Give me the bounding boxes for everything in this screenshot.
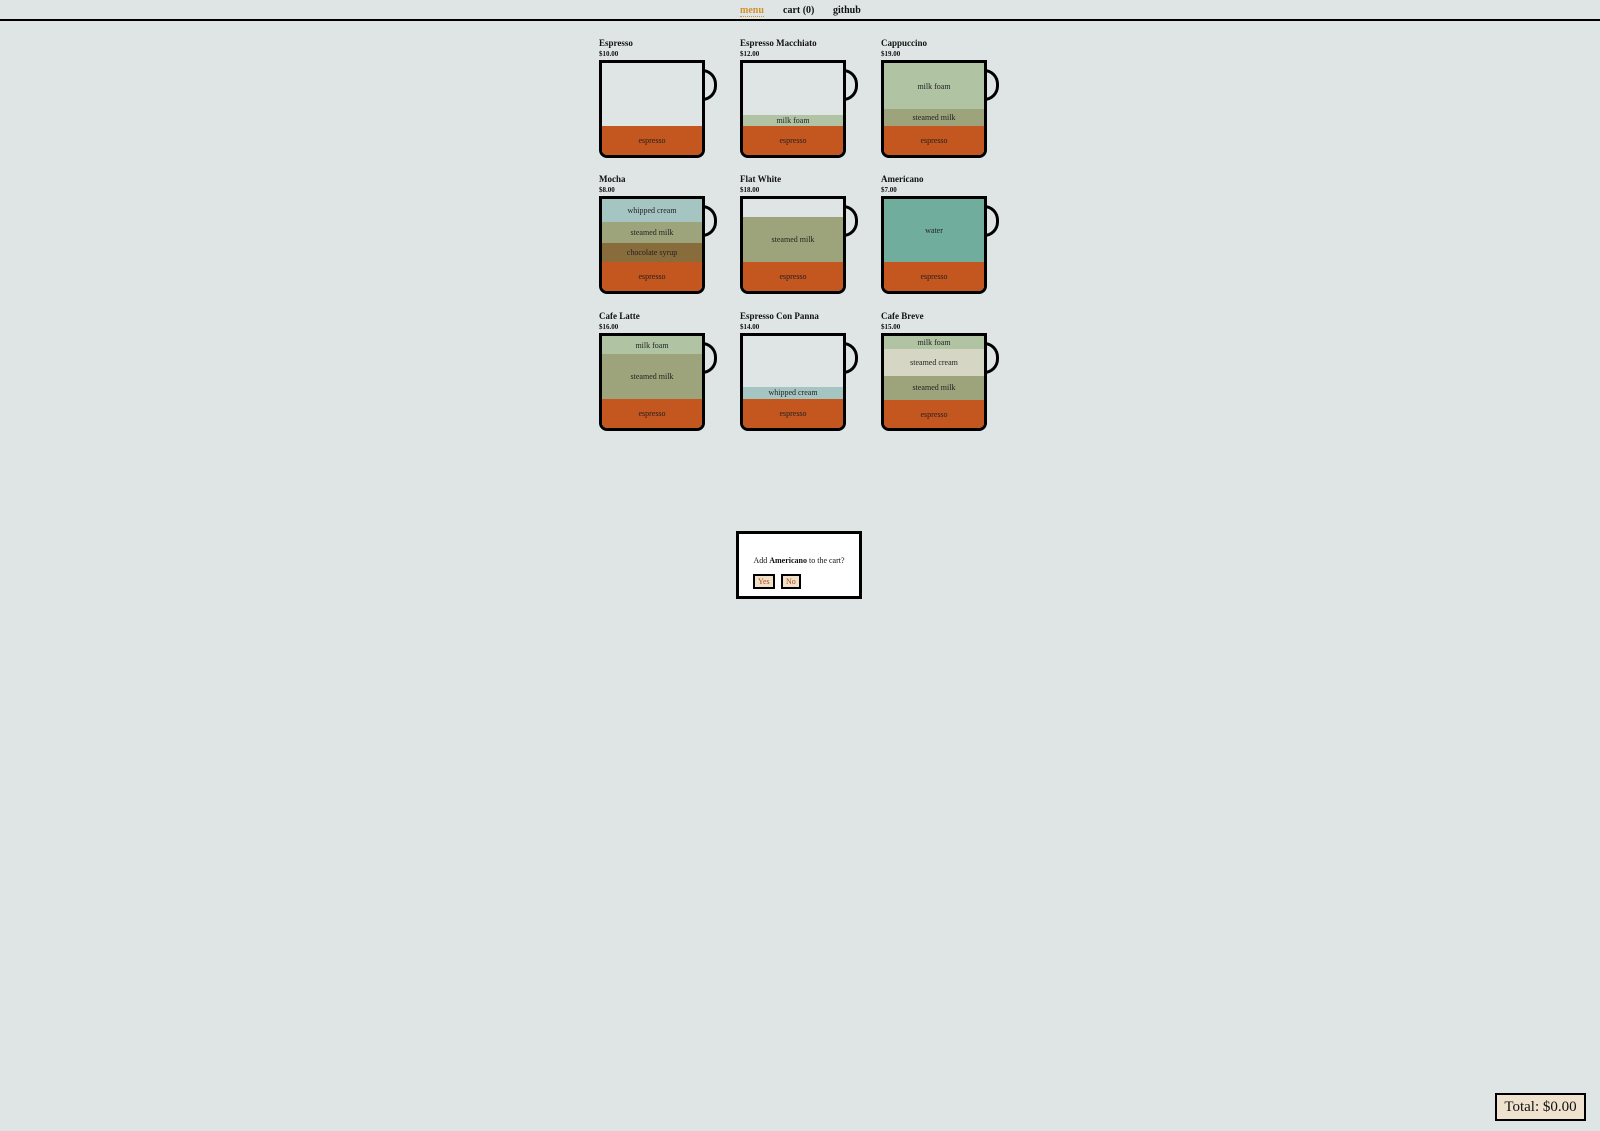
layer-espresso: espresso — [884, 125, 984, 155]
dialog-suffix: to the cart? — [809, 556, 845, 565]
nav-cart-link[interactable]: cart (0) — [783, 5, 814, 16]
product-name: Americano — [881, 174, 924, 184]
product-price: $18.00 — [740, 186, 760, 194]
product-card-americano[interactable]: Americano $7.00 water espresso — [881, 174, 1007, 304]
cup-button[interactable]: milk foam steamed cream steamed milk espres… — [881, 333, 987, 431]
cup-button[interactable]: steamed milk espresso — [740, 196, 846, 294]
product-name: Espresso — [599, 38, 633, 48]
cup-handle-icon — [843, 342, 858, 374]
product-name: Espresso Macchiato — [740, 38, 817, 48]
product-card-mocha[interactable]: Mocha $8.00 whipped cream steamed milk choco… — [599, 174, 725, 304]
product-name: Espresso Con Panna — [740, 311, 819, 321]
nav-menu-link[interactable]: menu — [740, 5, 764, 17]
cup-empty-space — [743, 63, 843, 115]
product-price: $15.00 — [881, 323, 901, 331]
product-card-espresso[interactable]: Espresso $10.00 espresso — [599, 38, 725, 168]
layer-milk-foam: milk foam — [884, 63, 984, 109]
cup-handle-icon — [843, 69, 858, 101]
dialog-product-name: Americano — [769, 556, 807, 565]
layer-espresso: espresso — [884, 261, 984, 291]
layer-steamed-milk: steamed milk — [602, 354, 702, 399]
layer-espresso: espresso — [743, 125, 843, 155]
cup-button[interactable]: milk foam espresso — [740, 60, 846, 158]
cup-button[interactable]: milk foam steamed milk espresso — [599, 333, 705, 431]
layer-espresso: espresso — [602, 261, 702, 291]
layer-whipped-cream: whipped cream — [743, 386, 843, 399]
product-card-cappuccino[interactable]: Cappuccino $19.00 milk foam steamed milk esp… — [881, 38, 1007, 168]
product-name: Cafe Latte — [599, 311, 640, 321]
dialog-prefix: Add — [753, 556, 768, 565]
product-name: Flat White — [740, 174, 782, 184]
product-name: Cafe Breve — [881, 311, 924, 321]
layer-milk-foam: milk foam — [884, 336, 984, 349]
layer-chocolate-syrup: chocolate syrup — [602, 243, 702, 262]
cup-handle-icon — [984, 205, 999, 237]
cup-handle-icon — [843, 205, 858, 237]
cup-handle-icon — [702, 342, 717, 374]
layer-milk-foam: milk foam — [743, 114, 843, 126]
yes-button[interactable]: Yes — [753, 574, 775, 589]
product-name: Cappuccino — [881, 38, 928, 48]
layer-steamed-milk: steamed milk — [884, 109, 984, 126]
product-price: $19.00 — [881, 50, 901, 58]
top-navigation: menu cart (0) github — [0, 0, 1600, 21]
layer-espresso: espresso — [743, 261, 843, 291]
product-price: $7.00 — [881, 186, 897, 194]
cup-button[interactable]: espresso — [599, 60, 705, 158]
cup-empty-space — [743, 336, 843, 387]
product-card-cafe-breve[interactable]: Cafe Breve $15.00 milk foam steamed cream st… — [881, 311, 1007, 441]
layer-steamed-milk: steamed milk — [884, 375, 984, 401]
add-to-cart-dialog: Add Americano to the cart? Yes No — [736, 531, 862, 599]
cup-handle-icon — [702, 69, 717, 101]
cup-button[interactable]: milk foam steamed milk espresso — [881, 60, 987, 158]
dialog-message: Add Americano to the cart? — [739, 556, 859, 565]
layer-whipped-cream: whipped cream — [602, 199, 702, 222]
cup-handle-icon — [702, 205, 717, 237]
layer-espresso: espresso — [743, 398, 843, 428]
cup-empty-space — [602, 63, 702, 126]
layer-espresso: espresso — [884, 400, 984, 428]
layer-espresso: espresso — [602, 398, 702, 428]
product-card-flat-white[interactable]: Flat White $18.00 steamed milk espresso — [740, 174, 866, 304]
layer-steamed-cream: steamed cream — [884, 348, 984, 376]
product-name: Mocha — [599, 174, 626, 184]
layer-milk-foam: milk foam — [602, 336, 702, 355]
cup-button[interactable]: whipped cream steamed milk chocolate syrup… — [599, 196, 705, 294]
product-card-cafe-latte[interactable]: Cafe Latte $16.00 milk foam steamed milk esp… — [599, 311, 725, 441]
layer-espresso: espresso — [602, 125, 702, 155]
product-price: $14.00 — [740, 323, 760, 331]
product-price: $12.00 — [740, 50, 760, 58]
cart-total-button[interactable]: Total: $0.00 — [1495, 1093, 1586, 1121]
product-price: $10.00 — [599, 50, 619, 58]
product-price: $16.00 — [599, 323, 619, 331]
cup-button[interactable]: water espresso — [881, 196, 987, 294]
layer-water: water — [884, 199, 984, 262]
product-price: $8.00 — [599, 186, 615, 194]
layer-steamed-milk: steamed milk — [743, 217, 843, 262]
product-card-espresso-con-panna[interactable]: Espresso Con Panna $14.00 whipped cream esp… — [740, 311, 866, 441]
cup-handle-icon — [984, 342, 999, 374]
no-button[interactable]: No — [781, 574, 801, 589]
layer-steamed-milk: steamed milk — [602, 222, 702, 244]
cup-handle-icon — [984, 69, 999, 101]
product-card-espresso-macchiato[interactable]: Espresso Macchiato $12.00 milk foam espress… — [740, 38, 866, 168]
nav-github-link[interactable]: github — [833, 5, 861, 16]
cup-empty-space — [743, 199, 843, 217]
cup-button[interactable]: whipped cream espresso — [740, 333, 846, 431]
